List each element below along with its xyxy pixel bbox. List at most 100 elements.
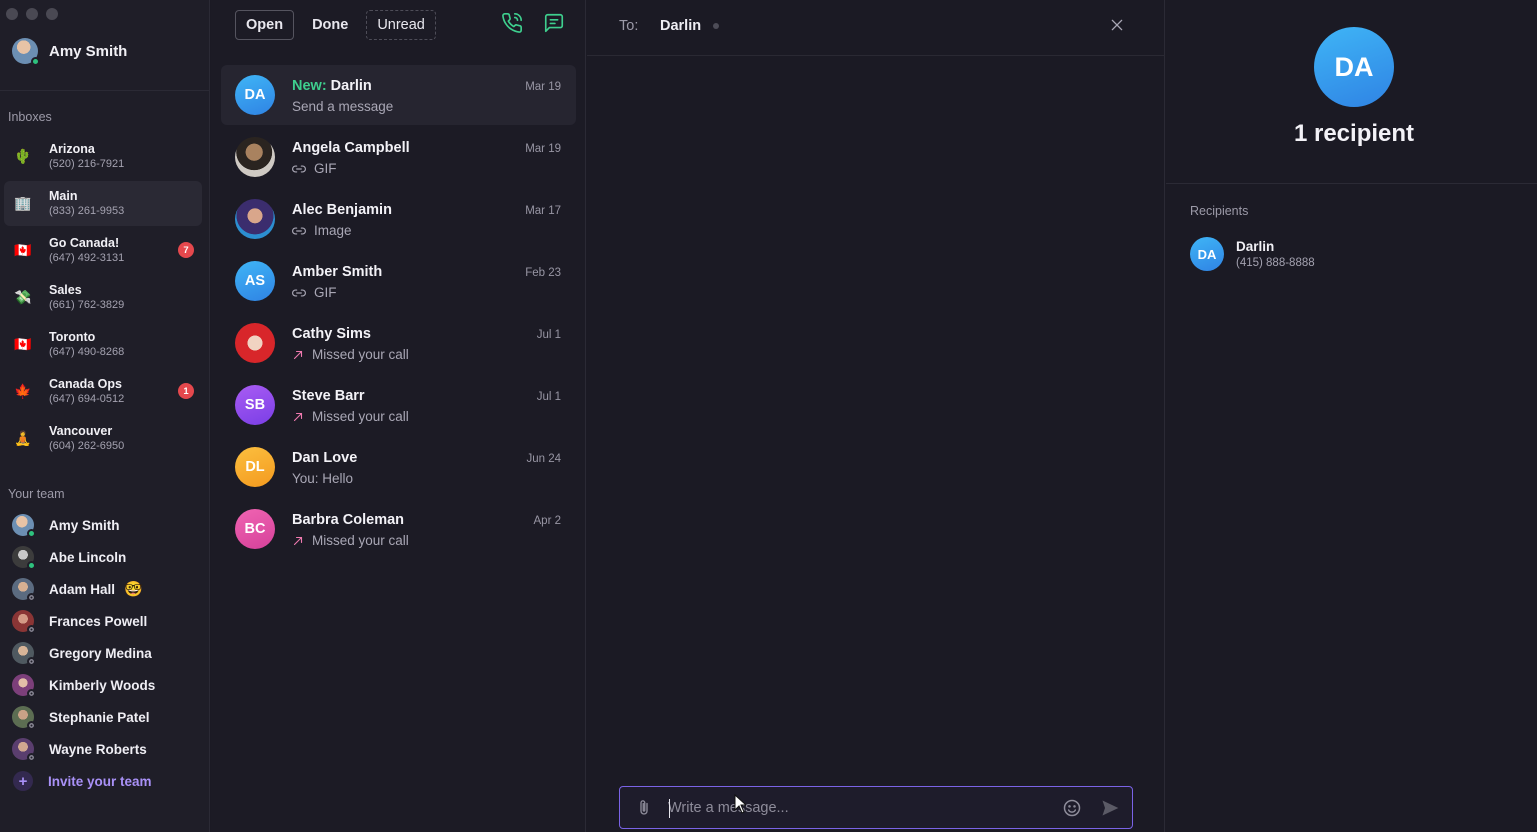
- phone-call-icon[interactable]: [501, 12, 523, 34]
- conversation-item-alec-benjamin[interactable]: Alec Benjamin Image Mar 17: [221, 189, 576, 249]
- team-member-name: Gregory Medina: [49, 645, 152, 661]
- conversation-name: Steve Barr: [292, 388, 365, 404]
- conversation-item-barbra-coleman[interactable]: BC Barbra Coleman Missed your call Apr 2: [221, 499, 576, 559]
- conversation-title: New: Darlin: [292, 78, 372, 94]
- online-status-dot: [27, 529, 36, 538]
- close-icon[interactable]: [1109, 17, 1125, 33]
- inbox-name: Vancouver: [49, 424, 113, 438]
- avatar: [235, 199, 275, 239]
- recipient-count: 1 recipient: [1293, 120, 1415, 147]
- filter-unread-button[interactable]: Unread: [366, 10, 436, 40]
- to-label: To:: [619, 18, 639, 34]
- conversation-name: Alec Benjamin: [292, 202, 392, 218]
- inbox-item-main[interactable]: 🏢 Main (833) 261-9953: [4, 181, 202, 226]
- mouse-cursor-icon: [734, 794, 746, 814]
- team-member-abe-lincoln[interactable]: Abe Lincoln: [12, 545, 127, 570]
- conversation-preview: GIF: [292, 285, 337, 300]
- conversation-item-steve-barr[interactable]: SB Steve Barr Missed your call Jul 1: [221, 375, 576, 435]
- inbox-item-arizona[interactable]: 🌵 Arizona (520) 216-7921: [4, 134, 202, 179]
- conversation-preview: GIF: [292, 161, 337, 176]
- inbox-phone: (520) 216-7921: [49, 158, 125, 170]
- chat-panel: To: Darlin: [587, 0, 1165, 832]
- conversation-preview: Missed your call: [292, 347, 409, 362]
- recipient-chip[interactable]: Darlin: [660, 18, 701, 34]
- recipient-status-dot: [713, 23, 719, 29]
- preview-text: GIF: [314, 285, 337, 300]
- avatar: [12, 38, 40, 66]
- inbox-item-go-canada[interactable]: 🇨🇦 Go Canada! (647) 492-3131 7: [4, 228, 202, 273]
- avatar: [12, 578, 36, 602]
- preview-text: Image: [314, 223, 352, 238]
- money-icon: 💸: [14, 289, 32, 305]
- team-member-amy-smith[interactable]: Amy Smith: [12, 513, 120, 538]
- team-member-name: Kimberly Woods: [49, 677, 156, 693]
- filter-open-button[interactable]: Open: [235, 10, 295, 40]
- avatar: DA: [1190, 237, 1224, 271]
- filter-done-button[interactable]: Done: [302, 10, 358, 40]
- conversation-date: Jun 24: [526, 453, 561, 465]
- team-member-stephanie-patel[interactable]: Stephanie Patel: [12, 705, 150, 730]
- invite-team-label: Invite your team: [48, 773, 152, 789]
- inbox-name: Arizona: [49, 142, 95, 156]
- conversation-item-angela-campbell[interactable]: Angela Campbell GIF Mar 19: [221, 127, 576, 187]
- avatar: [12, 610, 36, 634]
- team-member-adam-hall[interactable]: Adam Hall 🤓: [12, 577, 143, 602]
- avatar: [12, 546, 36, 570]
- minimize-window-button[interactable]: [26, 8, 38, 20]
- missed-call-icon: [293, 536, 303, 545]
- team-member-name: Frances Powell: [49, 613, 148, 629]
- team-member-name: Amy Smith: [49, 517, 120, 533]
- current-user[interactable]: Amy Smith: [12, 38, 128, 66]
- conversation-item-dan-love[interactable]: DL Dan Love You: Hello Jun 24: [221, 437, 576, 497]
- recipient-phone: (415) 888-8888: [1236, 257, 1315, 269]
- inbox-item-toronto[interactable]: 🇨🇦 Toronto (647) 490-8268: [4, 322, 202, 367]
- conversation-name: Cathy Sims: [292, 326, 371, 342]
- conversation-item-darlin[interactable]: DA New: Darlin Send a message Mar 19: [221, 65, 576, 125]
- conversation-item-cathy-sims[interactable]: Cathy Sims Missed your call Jul 1: [221, 313, 576, 373]
- new-message-icon[interactable]: [543, 12, 565, 34]
- conversation-preview: Missed your call: [292, 533, 409, 548]
- maximize-window-button[interactable]: [46, 8, 58, 20]
- inbox-item-vancouver[interactable]: 🧘 Vancouver (604) 262-6950: [4, 416, 202, 461]
- away-status-dot: [27, 721, 36, 730]
- invite-team-button[interactable]: + Invite your team: [12, 769, 152, 793]
- preview-text: GIF: [314, 161, 337, 176]
- inbox-item-canada-ops[interactable]: 🍁 Canada Ops (647) 694-0512 1: [4, 369, 202, 414]
- team-member-gregory-medina[interactable]: Gregory Medina: [12, 641, 152, 666]
- conversation-name: Angela Campbell: [292, 140, 410, 156]
- avatar: AS: [235, 261, 275, 301]
- inbox-name: Go Canada!: [49, 236, 120, 250]
- conversation-name: Barbra Coleman: [292, 512, 405, 528]
- send-icon[interactable]: [1100, 798, 1120, 818]
- team-member-frances-powell[interactable]: Frances Powell: [12, 609, 148, 634]
- message-input[interactable]: [668, 798, 1048, 818]
- away-status-dot: [27, 593, 36, 602]
- divider: [0, 90, 210, 91]
- new-label: New:: [292, 78, 327, 94]
- team-member-kimberly-woods[interactable]: Kimberly Woods: [12, 673, 156, 698]
- conversation-item-amber-smith[interactable]: AS Amber Smith GIF Feb 23: [221, 251, 576, 311]
- emoji-icon[interactable]: [1062, 798, 1082, 818]
- current-user-name: Amy Smith: [49, 42, 128, 60]
- conversation-name: Darlin: [330, 78, 372, 94]
- avatar: [12, 674, 36, 698]
- conversation-date: Apr 2: [533, 515, 562, 527]
- team-member-name: Abe Lincoln: [49, 549, 127, 565]
- meditation-icon: 🧘: [14, 430, 32, 446]
- inbox-item-sales[interactable]: 💸 Sales (661) 762-3829: [4, 275, 202, 320]
- missed-call-icon: [293, 412, 303, 421]
- avatar: [12, 642, 36, 666]
- inbox-name: Canada Ops: [49, 377, 122, 391]
- conversation-date: Mar 17: [525, 205, 561, 217]
- inbox-phone: (833) 261-9953: [49, 205, 125, 217]
- close-window-button[interactable]: [6, 8, 18, 20]
- conversation-name: Dan Love: [292, 450, 358, 466]
- avatar: BC: [235, 509, 275, 549]
- paperclip-icon[interactable]: [635, 798, 653, 818]
- preview-text: Missed your call: [312, 533, 409, 548]
- avatar: SB: [235, 385, 275, 425]
- inbox-phone: (647) 492-3131: [49, 252, 125, 264]
- team-member-wayne-roberts[interactable]: Wayne Roberts: [12, 737, 147, 762]
- avatar: DA: [235, 75, 275, 115]
- avatar: [12, 738, 36, 762]
